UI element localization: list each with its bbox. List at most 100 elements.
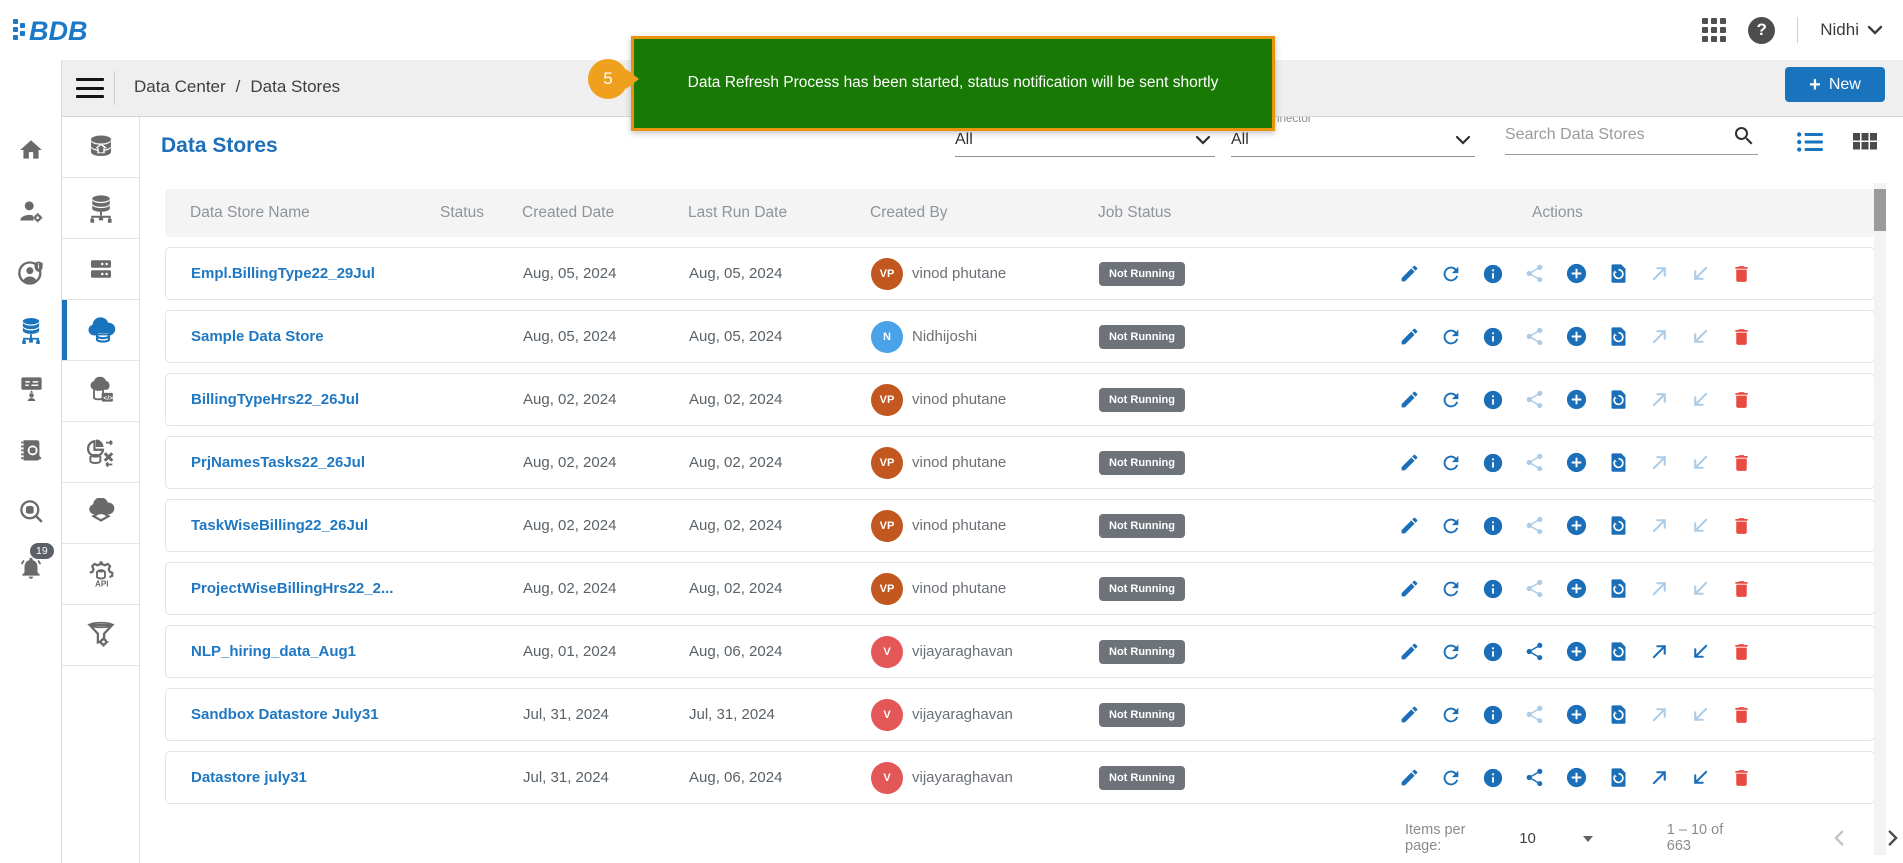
add-button[interactable] (1565, 766, 1588, 789)
user-security-icon[interactable]: i (0, 256, 62, 290)
info-button[interactable] (1482, 326, 1504, 348)
delete-button[interactable] (1731, 767, 1752, 789)
restore-version-button[interactable] (1608, 577, 1629, 600)
home-icon[interactable] (0, 133, 62, 167)
subnav-data-connectors-icon[interactable] (62, 178, 139, 239)
pull-down-arrow-button[interactable] (1690, 578, 1711, 599)
info-button[interactable] (1482, 452, 1504, 474)
push-up-arrow-button[interactable] (1649, 326, 1670, 347)
pull-down-arrow-button[interactable] (1690, 326, 1711, 347)
hamburger-menu-icon[interactable] (76, 75, 104, 101)
list-view-icon[interactable] (1796, 130, 1824, 154)
delete-button[interactable] (1731, 452, 1752, 474)
edit-button[interactable] (1399, 452, 1420, 473)
pull-down-arrow-button[interactable] (1690, 641, 1711, 662)
push-up-arrow-button[interactable] (1649, 263, 1670, 284)
subnav-data-prep-icon[interactable] (62, 422, 139, 483)
restore-version-button[interactable] (1608, 640, 1629, 663)
data-store-name-link[interactable]: ProjectWiseBillingHrs22_2... (191, 580, 441, 597)
delete-button[interactable] (1731, 515, 1752, 537)
vertical-scrollbar[interactable] (1874, 183, 1886, 855)
refresh-button[interactable] (1440, 326, 1462, 348)
refresh-button[interactable] (1440, 704, 1462, 726)
info-button[interactable] (1482, 767, 1504, 789)
data-store-name-link[interactable]: BillingTypeHrs22_26Jul (191, 391, 441, 408)
edit-button[interactable] (1399, 515, 1420, 536)
refresh-button[interactable] (1440, 515, 1462, 537)
push-up-arrow-button[interactable] (1649, 515, 1670, 536)
restore-version-button[interactable] (1608, 766, 1629, 789)
info-button[interactable] (1482, 515, 1504, 537)
edit-button[interactable] (1399, 641, 1420, 662)
restore-version-button[interactable] (1608, 703, 1629, 726)
delete-button[interactable] (1731, 263, 1752, 285)
data-store-name-link[interactable]: Sample Data Store (191, 328, 441, 345)
add-button[interactable] (1565, 577, 1588, 600)
pull-down-arrow-button[interactable] (1690, 389, 1711, 410)
share-button[interactable] (1524, 263, 1545, 284)
share-button[interactable] (1524, 452, 1545, 473)
add-button[interactable] (1565, 262, 1588, 285)
restore-version-button[interactable] (1608, 388, 1629, 411)
data-store-name-link[interactable]: Datastore july31 (191, 769, 441, 786)
push-up-arrow-button[interactable] (1649, 452, 1670, 473)
push-up-arrow-button[interactable] (1649, 767, 1670, 788)
edit-button[interactable] (1399, 263, 1420, 284)
delete-button[interactable] (1731, 641, 1752, 663)
add-button[interactable] (1565, 514, 1588, 537)
restore-version-button[interactable] (1608, 325, 1629, 348)
subnav-data-home-icon[interactable] (62, 117, 139, 178)
refresh-button[interactable] (1440, 263, 1462, 285)
data-dictionary-icon[interactable] (0, 434, 62, 468)
refresh-button[interactable] (1440, 641, 1462, 663)
share-button[interactable] (1524, 515, 1545, 536)
subnav-data-servers-icon[interactable] (62, 239, 139, 300)
apps-grid-icon[interactable] (1702, 18, 1726, 42)
edit-button[interactable] (1399, 578, 1420, 599)
restore-version-button[interactable] (1608, 262, 1629, 285)
add-button[interactable] (1565, 388, 1588, 411)
refresh-button[interactable] (1440, 452, 1462, 474)
pull-down-arrow-button[interactable] (1690, 263, 1711, 284)
add-button[interactable] (1565, 451, 1588, 474)
subnav-data-sheets-icon[interactable] (62, 483, 139, 544)
subnav-data-pipes-icon[interactable] (62, 605, 139, 666)
share-button[interactable] (1524, 704, 1545, 725)
info-button[interactable] (1482, 389, 1504, 411)
data-store-name-link[interactable]: NLP_hiring_data_Aug1 (191, 643, 441, 660)
pull-down-arrow-button[interactable] (1690, 452, 1711, 473)
breadcrumb-data-center[interactable]: Data Center (134, 77, 226, 97)
pull-down-arrow-button[interactable] (1690, 515, 1711, 536)
search-icon[interactable] (1732, 124, 1756, 153)
scrollbar-thumb[interactable] (1874, 189, 1886, 231)
bdb-logo[interactable]: BDB (12, 11, 122, 54)
data-store-name-link[interactable]: PrjNamesTasks22_26Jul (191, 454, 441, 471)
delete-button[interactable] (1731, 704, 1752, 726)
share-button[interactable] (1524, 578, 1545, 599)
trainer-board-icon[interactable] (0, 370, 62, 404)
push-up-arrow-button[interactable] (1649, 704, 1670, 725)
add-button[interactable] (1565, 703, 1588, 726)
share-button[interactable] (1524, 641, 1545, 662)
edit-button[interactable] (1399, 767, 1420, 788)
push-up-arrow-button[interactable] (1649, 641, 1670, 662)
info-button[interactable] (1482, 263, 1504, 285)
grid-view-icon[interactable] (1852, 130, 1878, 154)
search-input[interactable] (1505, 126, 1725, 144)
previous-page-button[interactable] (1829, 827, 1851, 849)
refresh-button[interactable] (1440, 389, 1462, 411)
push-up-arrow-button[interactable] (1649, 389, 1670, 410)
items-per-page-select[interactable]: 10 (1519, 830, 1597, 847)
delete-button[interactable] (1731, 389, 1752, 411)
refresh-button[interactable] (1440, 578, 1462, 600)
share-button[interactable] (1524, 767, 1545, 788)
notifications-bell-icon[interactable]: 19 (0, 551, 62, 585)
pull-down-arrow-button[interactable] (1690, 704, 1711, 725)
info-button[interactable] (1482, 704, 1504, 726)
edit-button[interactable] (1399, 389, 1420, 410)
pull-down-arrow-button[interactable] (1690, 767, 1711, 788)
restore-version-button[interactable] (1608, 514, 1629, 537)
subnav-data-api-icon[interactable]: API (62, 544, 139, 605)
delete-button[interactable] (1731, 578, 1752, 600)
subnav-data-stores-icon[interactable] (62, 300, 139, 361)
